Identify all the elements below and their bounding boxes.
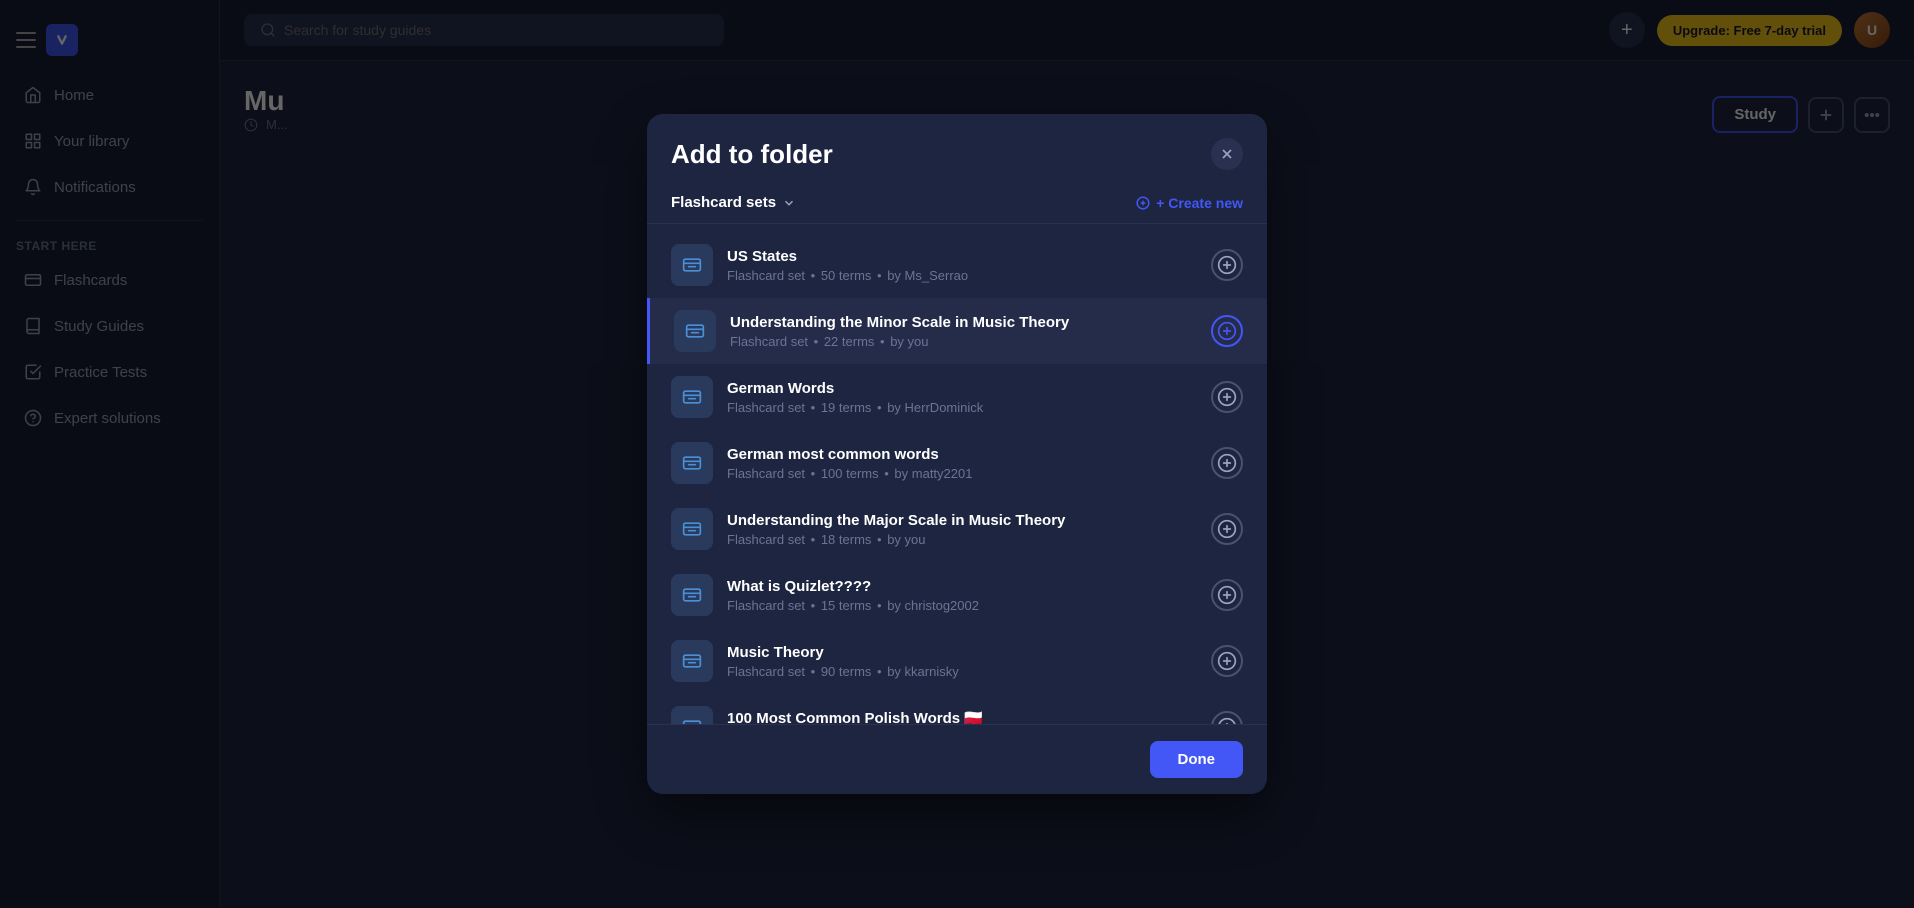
add-to-folder-button-major-scale[interactable] [1211, 513, 1243, 545]
item-icon-major-scale [671, 508, 713, 550]
add-to-folder-button-german-words[interactable] [1211, 381, 1243, 413]
item-info-what-is-quizlet: What is Quizlet???? Flashcard set • 15 t… [727, 578, 1197, 613]
item-info-music-theory: Music Theory Flashcard set • 90 terms • … [727, 644, 1197, 679]
filter-label-text: Flashcard sets [671, 194, 776, 211]
list-item[interactable]: German most common words Flashcard set •… [647, 430, 1267, 496]
add-to-folder-button-what-is-quizlet[interactable] [1211, 579, 1243, 611]
item-title: 100 Most Common Polish Words 🇵🇱 [727, 709, 1197, 724]
item-info-us-states: US States Flashcard set • 50 terms • by … [727, 248, 1197, 283]
create-new-label: + Create new [1156, 195, 1243, 211]
plus-circle-icon [1217, 585, 1237, 605]
item-title: German Words [727, 380, 1197, 397]
item-meta: Flashcard set • 100 terms • by matty2201 [727, 466, 1197, 481]
modal-filter-row: Flashcard sets + Create new [647, 186, 1267, 224]
item-meta: Flashcard set • 22 terms • by you [730, 334, 1197, 349]
item-info-major-scale: Understanding the Major Scale in Music T… [727, 512, 1197, 547]
item-meta: Flashcard set • 19 terms • by HerrDomini… [727, 400, 1197, 415]
item-title: US States [727, 248, 1197, 265]
modal-footer: Done [647, 724, 1267, 794]
list-item[interactable]: 100 Most Common Polish Words 🇵🇱 Flashcar… [647, 694, 1267, 724]
add-to-folder-button-polish-words[interactable] [1211, 711, 1243, 724]
plus-circle-icon [1217, 321, 1237, 341]
item-info-minor-scale: Understanding the Minor Scale in Music T… [730, 314, 1197, 349]
item-info-polish-words: 100 Most Common Polish Words 🇵🇱 Flashcar… [727, 709, 1197, 724]
modal-title: Add to folder [671, 139, 833, 170]
flashcard-set-icon [685, 321, 705, 341]
item-info-german-common: German most common words Flashcard set •… [727, 446, 1197, 481]
item-title: German most common words [727, 446, 1197, 463]
plus-circle-icon [1217, 387, 1237, 407]
item-icon-minor-scale [674, 310, 716, 352]
item-icon-german-words [671, 376, 713, 418]
flashcard-set-icon [682, 519, 702, 539]
done-button[interactable]: Done [1150, 741, 1244, 778]
item-meta: Flashcard set • 15 terms • by christog20… [727, 598, 1197, 613]
item-meta: Flashcard set • 90 terms • by kkarnisky [727, 664, 1197, 679]
add-to-folder-button-music-theory[interactable] [1211, 645, 1243, 677]
modal-overlay[interactable]: Add to folder Flashcard sets + Create ne… [0, 0, 1914, 908]
item-info-german-words: German Words Flashcard set • 19 terms • … [727, 380, 1197, 415]
flashcard-set-icon [682, 585, 702, 605]
item-icon-what-is-quizlet [671, 574, 713, 616]
item-title: What is Quizlet???? [727, 578, 1197, 595]
add-to-folder-button-us-states[interactable] [1211, 249, 1243, 281]
list-item[interactable]: German Words Flashcard set • 19 terms • … [647, 364, 1267, 430]
modal-list: US States Flashcard set • 50 terms • by … [647, 224, 1267, 724]
list-item[interactable]: What is Quizlet???? Flashcard set • 15 t… [647, 562, 1267, 628]
plus-circle-icon [1217, 717, 1237, 724]
item-icon-german-common [671, 442, 713, 484]
modal-header: Add to folder [647, 114, 1267, 186]
item-icon-music-theory [671, 640, 713, 682]
plus-circle-icon [1217, 651, 1237, 671]
list-item[interactable]: Understanding the Major Scale in Music T… [647, 496, 1267, 562]
item-title: Understanding the Major Scale in Music T… [727, 512, 1197, 529]
plus-circle-icon [1217, 255, 1237, 275]
create-new-folder-button[interactable]: + Create new [1136, 195, 1243, 211]
item-title: Music Theory [727, 644, 1197, 661]
add-to-folder-modal: Add to folder Flashcard sets + Create ne… [647, 114, 1267, 794]
list-item[interactable]: Understanding the Minor Scale in Music T… [647, 298, 1267, 364]
item-meta: Flashcard set • 18 terms • by you [727, 532, 1197, 547]
modal-close-button[interactable] [1211, 138, 1243, 170]
plus-circle-icon [1217, 519, 1237, 539]
close-icon [1219, 146, 1235, 162]
item-icon-us-states [671, 244, 713, 286]
item-meta: Flashcard set • 50 terms • by Ms_Serrao [727, 268, 1197, 283]
add-to-folder-button-minor-scale[interactable] [1211, 315, 1243, 347]
list-item[interactable]: US States Flashcard set • 50 terms • by … [647, 232, 1267, 298]
add-to-folder-button-german-common[interactable] [1211, 447, 1243, 479]
filter-dropdown[interactable]: Flashcard sets [671, 194, 796, 211]
flashcard-set-icon [682, 255, 702, 275]
plus-circle-icon [1217, 453, 1237, 473]
item-icon-polish-words [671, 706, 713, 724]
flashcard-set-icon [682, 717, 702, 724]
flashcard-set-icon [682, 453, 702, 473]
flashcard-set-icon [682, 651, 702, 671]
plus-circle-icon [1136, 196, 1150, 210]
item-title: Understanding the Minor Scale in Music T… [730, 314, 1197, 331]
flashcard-set-icon [682, 387, 702, 407]
list-item[interactable]: Music Theory Flashcard set • 90 terms • … [647, 628, 1267, 694]
chevron-down-icon [782, 196, 796, 210]
